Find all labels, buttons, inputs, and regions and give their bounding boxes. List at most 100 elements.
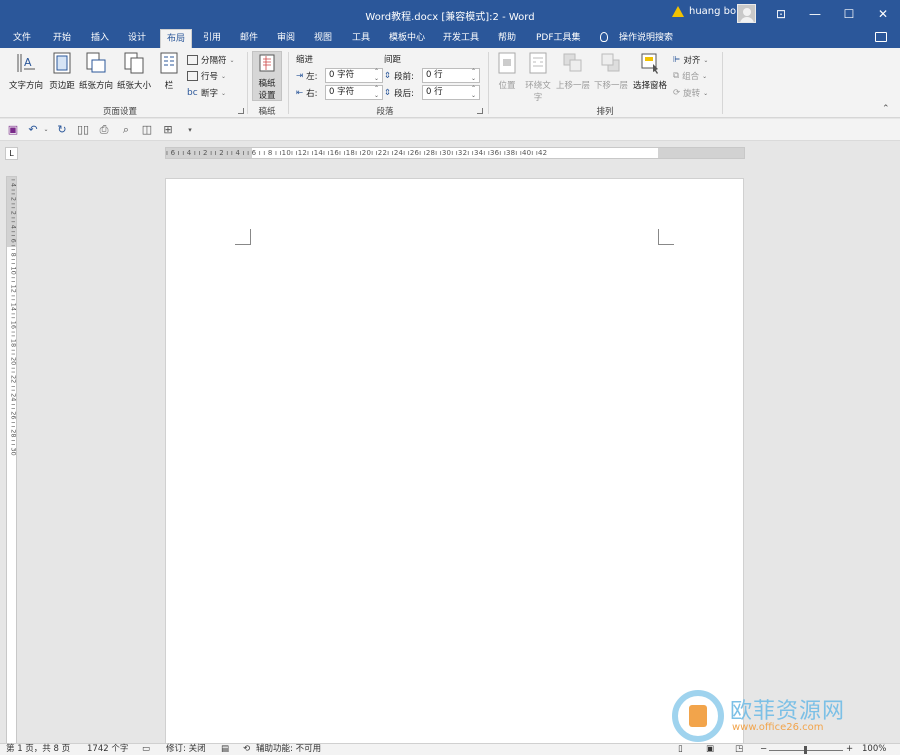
indent-left-icon: ⇥ [296,71,304,81]
align-icon: ⊫ [673,55,681,65]
paper-size-icon [124,52,144,74]
web-layout-view-icon[interactable]: ◳ [735,744,743,755]
selection-pane-button[interactable]: 选择窗格 [631,52,669,91]
avatar[interactable] [737,4,756,23]
undo-icon[interactable]: ↶ [27,124,39,136]
redo-icon[interactable]: ↻ [56,124,68,136]
collapse-ribbon-icon[interactable]: ⌃ [882,104,890,114]
paragraph-launcher[interactable] [477,108,483,114]
spacing-before-input[interactable]: 0 行 [422,68,480,83]
print-preview-icon[interactable]: ⌕ [120,124,132,136]
margins-button[interactable]: 页边距 [47,52,77,91]
ribbon-display-options-button[interactable]: ⊡ [764,0,798,28]
undo-dropdown-icon[interactable]: ⌄ [40,124,52,136]
ruler-row: L ı 6 ı ı 4 ı ı 2 ı ı 2 ı ı 4 ı ı 6 ı ı … [0,142,900,164]
tab-references[interactable]: 引用 [203,31,221,48]
user-name[interactable]: huang bo [689,6,736,17]
group-label-manuscript: 稿纸 [258,107,276,117]
line-numbers-icon [187,71,198,81]
text-direction-button[interactable]: A 文字方向 [7,52,45,91]
close-button[interactable]: ✕ [866,0,900,28]
comment-icon[interactable] [875,32,887,42]
rotate-icon: ⟳ [673,88,681,98]
tab-file[interactable]: 文件 [13,31,31,48]
bring-forward-button[interactable]: 上移一层 [555,52,591,91]
document-page[interactable] [165,178,744,748]
read-mode-view-icon[interactable]: ▯ [678,744,683,755]
tab-pdf-tools[interactable]: PDF工具集 [536,31,581,48]
wrap-text-button[interactable]: 环绕文 字 [523,52,553,103]
tab-home[interactable]: 开始 [53,31,71,48]
indent-left-label: ⇥ 左: [296,71,318,82]
spacing-after-icon: ⇕ [384,88,392,98]
status-bar: 第 1 页，共 8 页 1742 个字 ▭ 修订: 关闭 ▤ ⟲ 辅助功能: 不… [0,743,900,755]
page-setup-launcher[interactable] [238,108,244,114]
reading-mode-icon[interactable]: ▯▯ [77,124,89,136]
align-button[interactable]: ⊫ 对齐 ⌄ [673,54,708,66]
horizontal-ruler[interactable]: ı 6 ı ı 4 ı ı 2 ı ı 2 ı ı 4 ı ı 6 ı ı 8 … [165,147,745,159]
maximize-button[interactable]: ☐ [832,0,866,28]
orientation-icon [86,52,106,73]
tab-template-center[interactable]: 模板中心 [389,31,425,48]
save-icon[interactable]: ▣ [7,124,19,136]
hyphenation-button[interactable]: bc 断字 ⌄ [187,87,226,99]
tab-developer[interactable]: 开发工具 [443,31,479,48]
position-button[interactable]: 位置 [494,52,520,91]
rotate-button[interactable]: ⟳ 旋转 ⌄ [673,87,708,99]
columns-button[interactable]: 栏 [158,52,180,91]
more-commands-icon[interactable]: ▾ [184,124,196,136]
indent-left-input[interactable]: 0 字符 [325,68,383,83]
indent-right-input[interactable]: 0 字符 [325,85,383,100]
svg-text:A: A [24,56,32,69]
print-layout-view-icon[interactable]: ▣ [706,744,714,755]
line-numbers-button[interactable]: 行号 ⌄ [187,70,226,82]
watermark-url: www.office26.com [732,722,824,733]
macro-icon[interactable]: ▤ [221,744,229,755]
minimize-button[interactable]: — [798,0,832,28]
tab-help[interactable]: 帮助 [498,31,516,48]
tab-selector[interactable]: L [5,147,18,160]
manuscript-settings-button[interactable]: 稿纸 设置 [252,51,282,101]
tab-layout[interactable]: 布局 [160,29,193,48]
horizontal-ruler-ticks: ı 6 ı ı 4 ı ı 2 ı ı 2 ı ı 4 ı ı 6 ı ı 8 … [166,149,548,157]
text-direction-icon: A [17,54,35,72]
vertical-ruler-ticks: ı 4 ı ı 2 ı ı 2 ı ı 4 ı ı 6 ı ı 8 ı ı 10… [9,179,17,456]
customize-toolbar-icon[interactable]: ⊞ [162,124,174,136]
breaks-button[interactable]: 分隔符 ⌄ [187,54,235,66]
page-count[interactable]: 第 1 页，共 8 页 [6,744,70,755]
size-button[interactable]: 纸张大小 [116,52,152,91]
tab-tools[interactable]: 工具 [352,31,370,48]
tab-design[interactable]: 设计 [128,31,146,48]
tab-mailings[interactable]: 邮件 [240,31,258,48]
print-icon[interactable]: ⎙ [98,124,110,136]
tab-insert[interactable]: 插入 [91,31,109,48]
margins-icon [53,52,71,74]
tab-review[interactable]: 审阅 [277,31,295,48]
vertical-ruler[interactable]: ı 4 ı ı 2 ı ı 2 ı ı 4 ı ı 6 ı ı 8 ı ı 10… [6,176,17,746]
zoom-out-button[interactable]: − [760,744,767,755]
zoom-slider-thumb[interactable] [804,746,807,754]
word-count[interactable]: 1742 个字 [87,744,128,755]
zoom-in-button[interactable]: + [846,744,853,755]
group-label-page-setup: 页面设置 [102,107,137,117]
accessibility-status[interactable]: 辅助功能: 不可用 [256,744,321,755]
crop-mark-top-right [658,229,674,245]
tell-me-search[interactable]: 操作说明搜索 [619,31,673,48]
warning-icon[interactable] [672,6,684,17]
lightbulb-icon[interactable] [600,32,608,42]
orientation-button[interactable]: 纸张方向 [78,52,114,91]
manuscript-icon [259,54,275,72]
account-area[interactable]: huang bo [672,6,736,17]
send-backward-button[interactable]: 下移一层 [593,52,629,91]
proofing-icon[interactable]: ▭ [142,744,150,755]
spacing-after-input[interactable]: 0 行 [422,85,480,100]
tab-view[interactable]: 视图 [314,31,332,48]
group-icon: ⧉ [673,71,680,81]
spacing-after-label: ⇕ 段后: [384,88,414,99]
columns-icon [160,52,178,74]
track-changes-status[interactable]: 修订: 关闭 [166,744,206,755]
accessibility-icon[interactable]: ⟲ [243,744,250,755]
screenshot-icon[interactable]: ◫ [141,124,153,136]
zoom-level[interactable]: 100% [862,744,886,755]
group-objects-button[interactable]: ⧉ 组合 ⌄ [673,70,707,82]
